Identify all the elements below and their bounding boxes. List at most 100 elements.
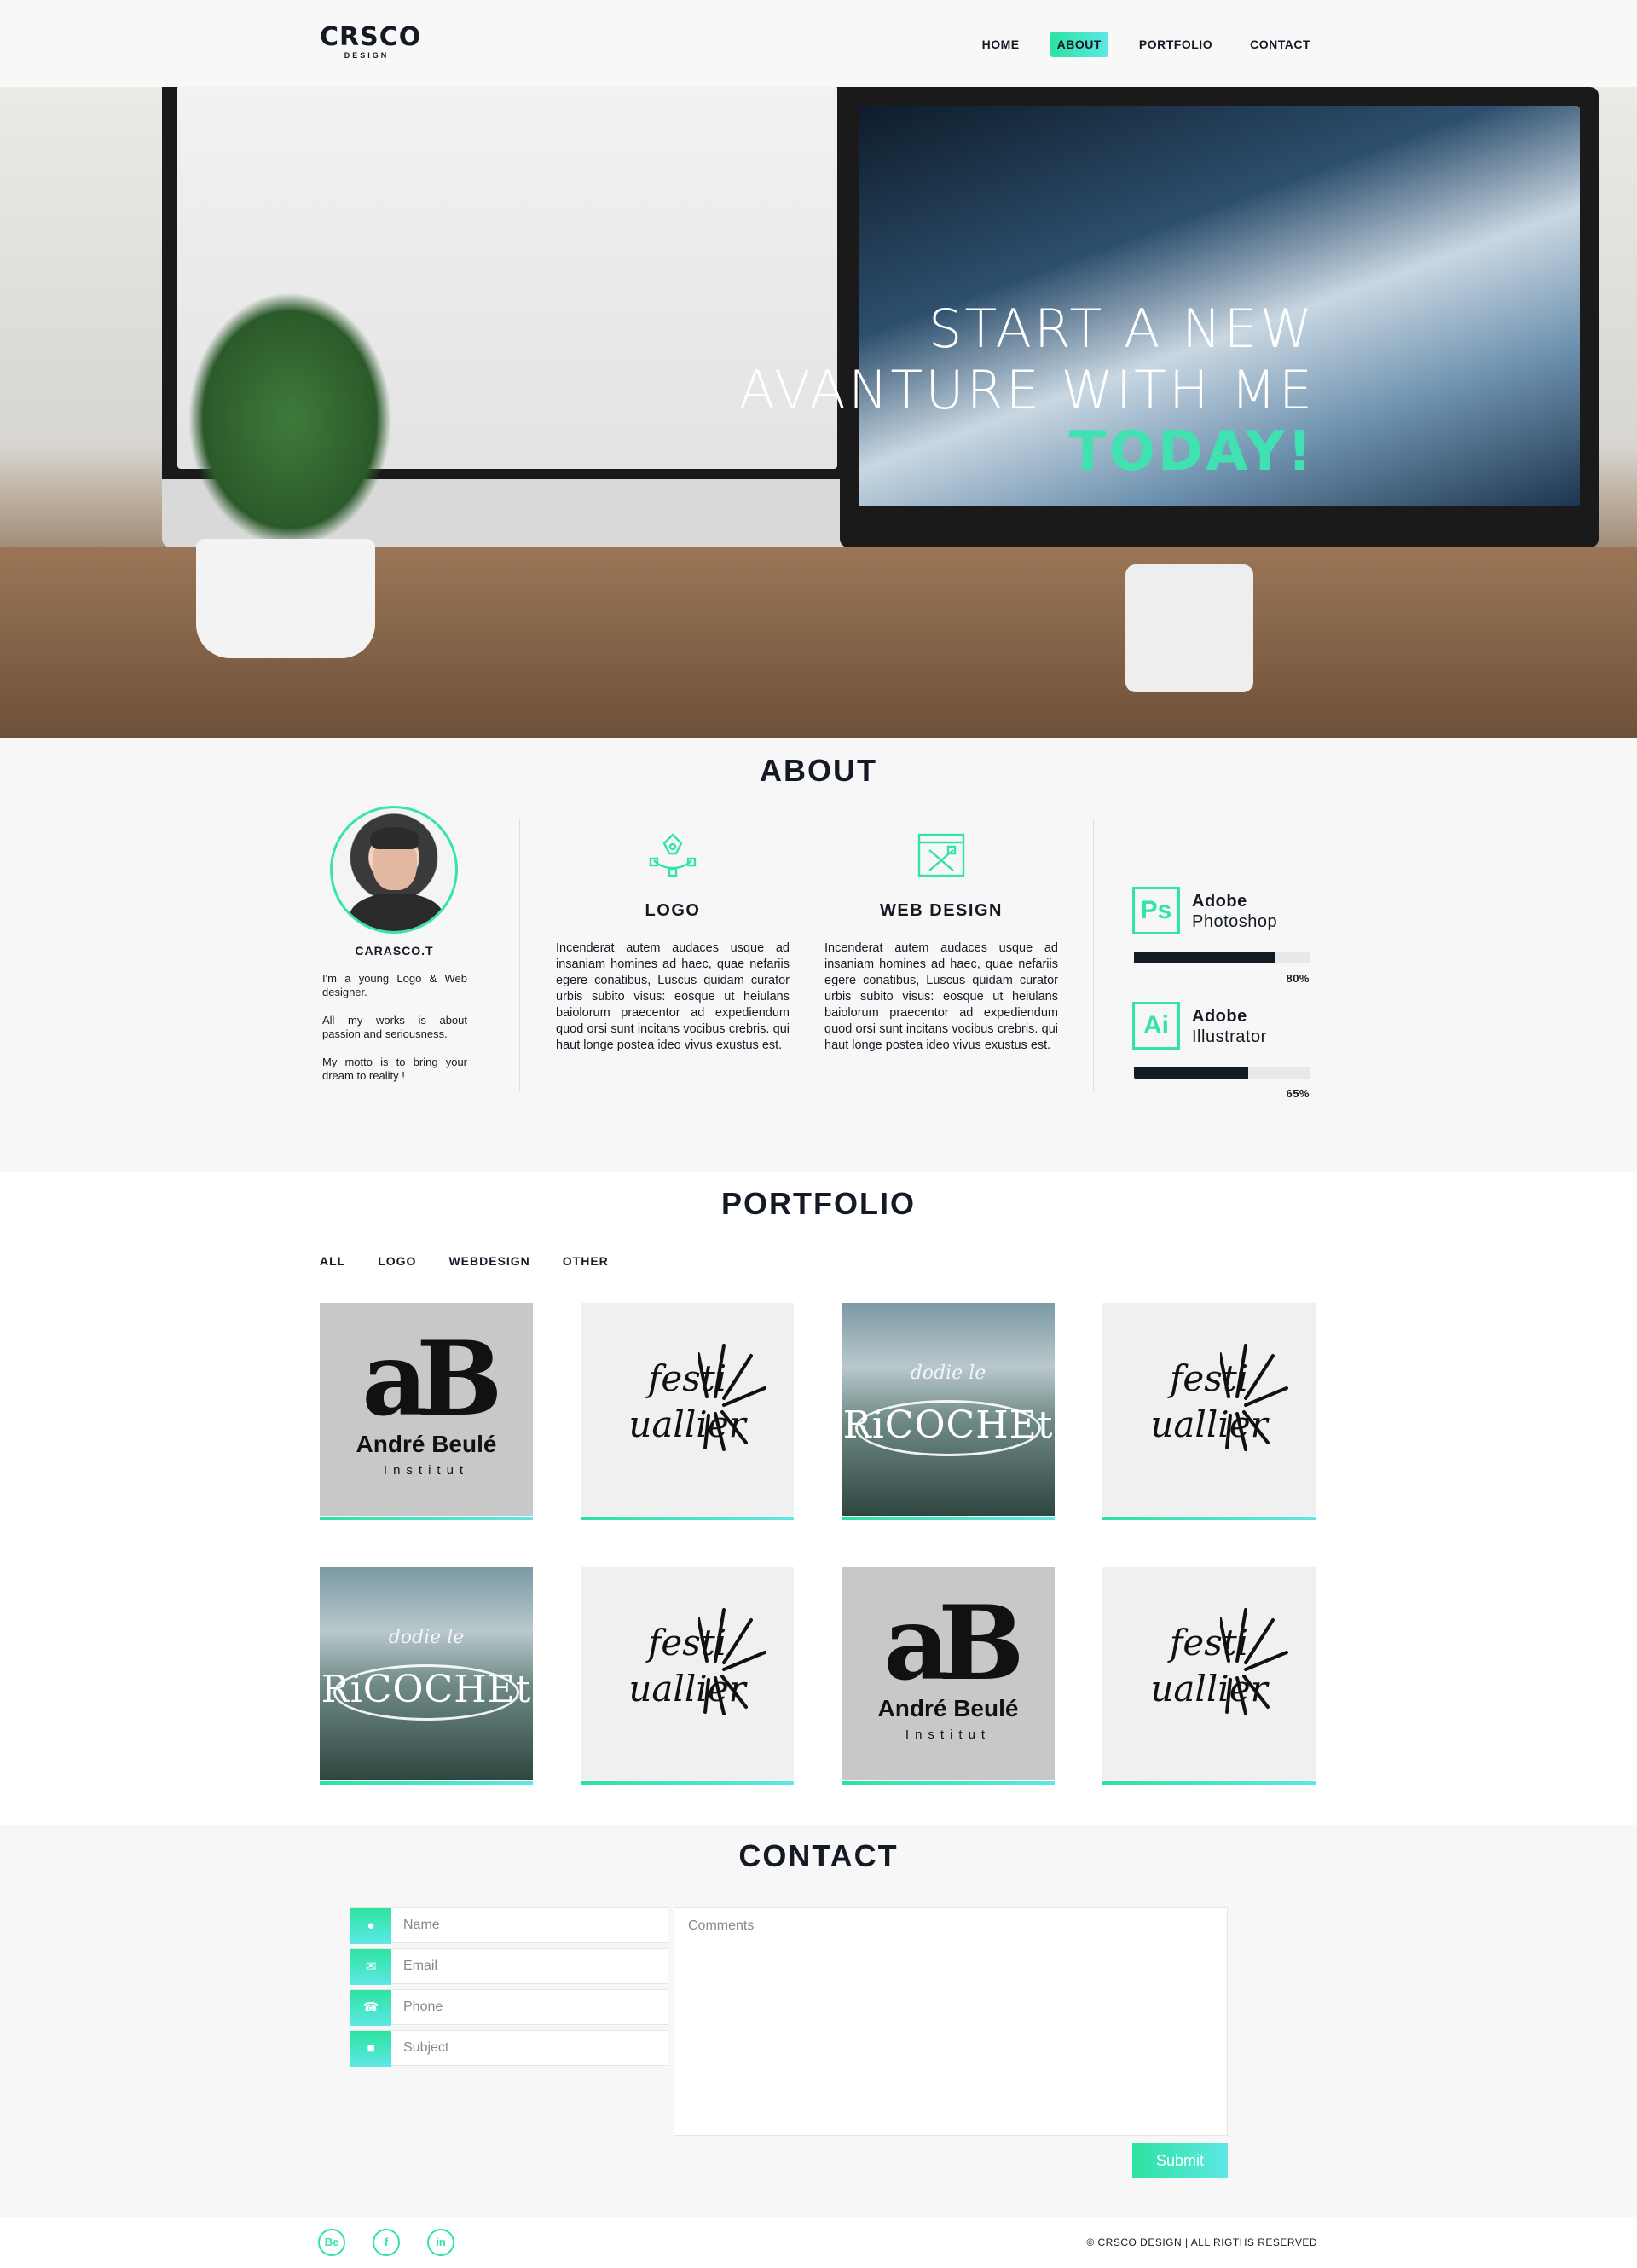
site-footer: Be f in © CRSCO DESIGN | ALL RIGTHS RESE… [0, 2217, 1637, 2268]
portfolio-thumbnail: festi uallier [1102, 1303, 1316, 1516]
portfolio-section: PORTFOLIO ALL LOGO WEBDESIGN OTHER aB And… [0, 1172, 1637, 1825]
skill-progress-bar [1134, 1067, 1310, 1079]
portfolio-item[interactable]: aB André Beulé Institut [320, 1303, 533, 1520]
pen-nib-icon [649, 833, 697, 877]
portfolio-item[interactable]: festi uallier [1102, 1303, 1316, 1520]
tile-accent-line [842, 1781, 1055, 1785]
skill-name-product: Photoshop [1192, 912, 1278, 931]
subject-input[interactable] [402, 2031, 657, 2065]
logo-name: RiCOCHEt [321, 1668, 532, 1711]
phone-icon: ☎ [350, 1990, 391, 2026]
hero-mug [1125, 564, 1253, 692]
portfolio-thumbnail: dodie le RiCOCHEt [842, 1303, 1055, 1516]
filter-logo[interactable]: LOGO [378, 1254, 416, 1268]
portfolio-thumbnail: dodie le RiCOCHEt [320, 1567, 533, 1780]
service-title-logo: LOGO [645, 901, 701, 920]
subject-field: ■ [350, 2030, 668, 2067]
bio-line-2: All my works is about passion and seriou… [322, 1014, 467, 1040]
logo-mark: aB [883, 1583, 1024, 1704]
skill-progress-fill [1134, 952, 1275, 963]
behance-icon[interactable]: Be [318, 2229, 345, 2256]
hero-headline: START A NEW AVANTURE WITH ME TODAY! [739, 298, 1315, 483]
nav-home[interactable]: HOME [975, 32, 1027, 57]
tile-accent-line [320, 1781, 533, 1785]
portfolio-thumbnail: aB André Beulé Institut [842, 1567, 1055, 1780]
submit-button[interactable]: Submit [1132, 2143, 1228, 2178]
bio-line-3: My motto is to bring your dream to reali… [322, 1056, 467, 1082]
skill-illustrator: Ai Adobe Illustrator 65% [1132, 1002, 1310, 1104]
portfolio-thumbnail: festi uallier [581, 1303, 794, 1516]
contact-title: CONTACT [738, 1838, 899, 1873]
comments-textarea[interactable] [674, 1907, 1228, 2136]
email-field: ✉ [350, 1948, 668, 1985]
logo-subtitle: Institut [905, 1727, 992, 1742]
contact-section: CONTACT ● ✉ ☎ ■ Submit [0, 1825, 1637, 2217]
service-text-web-design: Incenderat autem audaces usque ad insani… [824, 941, 1058, 1052]
envelope-icon: ✉ [350, 1949, 391, 1985]
copyright: © CRSCO DESIGN | ALL RIGTHS RESERVED [1086, 2236, 1317, 2248]
portfolio-thumbnail: aB André Beulé Institut [320, 1303, 533, 1516]
service-text-logo: Incenderat autem audaces usque ad insani… [556, 941, 790, 1052]
portfolio-thumbnail: festi uallier [1102, 1567, 1316, 1780]
hero-line-1: START A NEW [928, 298, 1315, 360]
portfolio-item[interactable]: festi uallier [581, 1567, 794, 1785]
linkedin-icon[interactable]: in [427, 2229, 454, 2256]
logo-name: festi uallier [1150, 1357, 1268, 1445]
portfolio-item[interactable]: festi uallier [1102, 1567, 1316, 1785]
phone-input[interactable] [402, 1990, 657, 2024]
portfolio-filters: ALL LOGO WEBDESIGN OTHER [320, 1254, 609, 1268]
main-nav: HOME ABOUT PORTFOLIO CONTACT [975, 32, 1317, 57]
hero-line-2: AVANTURE WITH ME [738, 359, 1315, 421]
name-input[interactable] [402, 1908, 657, 1942]
filter-other[interactable]: OTHER [563, 1254, 609, 1268]
browser-tools-icon [917, 833, 965, 877]
logo-name: André Beulé [877, 1695, 1019, 1721]
person-name: CARASCO.T [355, 944, 434, 958]
divider [1093, 819, 1094, 1091]
facebook-icon[interactable]: f [373, 2229, 400, 2256]
tile-accent-line [581, 1781, 794, 1785]
logo-name: festi uallier [628, 1357, 746, 1445]
tile-accent-line [842, 1517, 1055, 1520]
avatar [330, 806, 458, 934]
logo-subtitle: dodie le [388, 1627, 465, 1648]
site-header: CRSCO DESIGN HOME ABOUT PORTFOLIO CONTAC… [0, 0, 1637, 87]
illustrator-icon: Ai [1132, 1002, 1180, 1050]
service-title-web-design: WEB DESIGN [880, 901, 1003, 920]
tile-accent-line [1102, 1781, 1316, 1785]
filter-webdesign[interactable]: WEBDESIGN [448, 1254, 529, 1268]
logo-wordmark: CRSCO [320, 22, 422, 52]
logo-name: André Beulé [356, 1431, 497, 1457]
photoshop-icon: Ps [1132, 887, 1180, 934]
portfolio-item[interactable]: dodie le RiCOCHEt [320, 1567, 533, 1785]
skill-name: Adobe [1192, 892, 1247, 911]
about-section: ABOUT CARASCO.T I'm a young Logo & Web d… [0, 738, 1637, 1172]
portfolio-title: PORTFOLIO [721, 1186, 916, 1221]
skill-percent: 80% [1286, 972, 1310, 985]
phone-field: ☎ [350, 1989, 668, 2026]
hero-line-3: TODAY! [1068, 420, 1315, 483]
portfolio-item[interactable]: festi uallier [581, 1303, 794, 1520]
portfolio-item[interactable]: aB André Beulé Institut [842, 1567, 1055, 1785]
user-icon: ● [350, 1908, 391, 1944]
logo-subtitle: dodie le [910, 1363, 986, 1384]
logo-name: RiCOCHEt [842, 1403, 1054, 1447]
email-input[interactable] [402, 1949, 657, 1983]
bio-line-1: I'm a young Logo & Web designer. [322, 972, 467, 998]
site-logo[interactable]: CRSCO DESIGN [320, 22, 422, 61]
logo-tagline: DESIGN [344, 51, 390, 60]
filter-all[interactable]: ALL [320, 1254, 345, 1268]
about-title: ABOUT [760, 753, 877, 788]
skill-name-product: Illustrator [1192, 1027, 1267, 1046]
portfolio-item[interactable]: dodie le RiCOCHEt [842, 1303, 1055, 1520]
nav-about[interactable]: ABOUT [1050, 32, 1108, 57]
chat-icon: ■ [350, 2031, 391, 2067]
logo-name: festi uallier [1150, 1622, 1268, 1710]
hero-plant [153, 292, 426, 658]
skill-photoshop: Ps Adobe Photoshop 80% [1132, 887, 1310, 989]
tile-accent-line [581, 1517, 794, 1520]
tile-accent-line [1102, 1517, 1316, 1520]
nav-contact[interactable]: CONTACT [1243, 32, 1317, 57]
nav-portfolio[interactable]: PORTFOLIO [1132, 32, 1219, 57]
logo-mark: aB [362, 1319, 502, 1439]
